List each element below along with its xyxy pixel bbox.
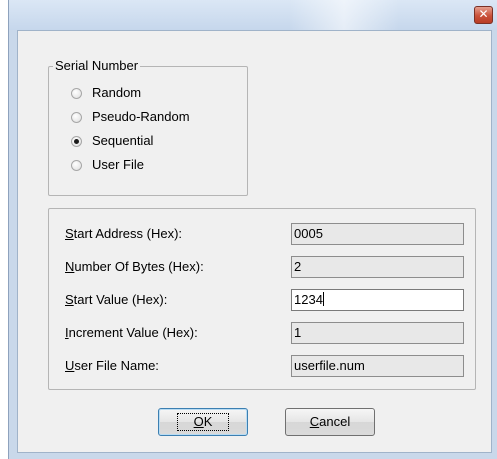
close-icon: ✕ xyxy=(478,7,489,21)
increment-value-value: 1 xyxy=(294,325,302,340)
user-file-name-field[interactable]: userfile.num xyxy=(291,355,464,377)
user-file-name-label: User File Name: xyxy=(65,357,159,375)
ok-button[interactable]: OK xyxy=(158,408,248,436)
start-address-label-text: tart Address (Hex): xyxy=(73,226,183,241)
increment-value-label-text: ncrement Value (Hex): xyxy=(68,325,198,340)
cancel-button[interactable]: Cancel xyxy=(285,408,375,436)
radio-label-user-file: User File xyxy=(92,157,145,172)
dialog-client-area: Serial Number Random Pseudo-Random Seque… xyxy=(17,30,492,453)
user-file-name-value: userfile.num xyxy=(294,358,365,373)
ok-button-focus: OK xyxy=(176,413,230,431)
ok-accesskey: O xyxy=(193,414,204,429)
radio-sequential[interactable]: Sequential xyxy=(71,132,153,150)
radio-label-pseudo-random: Pseudo-Random xyxy=(92,109,190,124)
radio-label-sequential: Sequential xyxy=(92,133,154,148)
radio-button-selected-icon[interactable] xyxy=(71,135,82,147)
user-file-name-label-text: ser File Name: xyxy=(74,358,159,373)
start-address-field[interactable]: 0005 xyxy=(291,223,464,245)
parameters-group: Start Address (Hex): 0005 Number Of Byte… xyxy=(48,208,476,390)
cancel-accesskey: C xyxy=(309,414,320,429)
radio-pseudo-random[interactable]: Pseudo-Random xyxy=(71,108,190,126)
number-of-bytes-label: Number Of Bytes (Hex): xyxy=(65,258,204,276)
radio-button-icon[interactable] xyxy=(71,111,82,123)
start-value-accesskey: S xyxy=(65,292,74,307)
start-address-value: 0005 xyxy=(294,226,323,241)
number-of-bytes-field[interactable]: 2 xyxy=(291,256,464,278)
user-file-name-accesskey: U xyxy=(65,358,75,373)
serial-number-legend: Serial Number xyxy=(53,58,141,74)
radio-button-icon[interactable] xyxy=(71,159,82,171)
increment-value-label: Increment Value (Hex): xyxy=(65,324,198,342)
cancel-label-text: ancel xyxy=(319,414,351,429)
close-button[interactable]: ✕ xyxy=(474,6,493,24)
text-caret xyxy=(322,292,324,306)
start-value-label-text: tart Value (Hex): xyxy=(73,292,168,307)
number-of-bytes-accesskey: N xyxy=(65,259,75,274)
cancel-label: Cancel xyxy=(310,414,350,429)
number-of-bytes-label-text: umber Of Bytes (Hex): xyxy=(74,259,204,274)
ok-label-text: K xyxy=(203,414,213,429)
radio-button-icon[interactable] xyxy=(71,87,82,99)
radio-user-file[interactable]: User File xyxy=(71,156,144,174)
start-value-field[interactable]: 1234 xyxy=(291,289,464,311)
start-value-label: Start Value (Hex): xyxy=(65,291,167,309)
number-of-bytes-value: 2 xyxy=(294,259,302,274)
dialog-window: ✕ Serial Number Random Pseudo-Random Seq… xyxy=(8,0,497,459)
radio-label-random: Random xyxy=(92,85,142,100)
start-address-accesskey: S xyxy=(65,226,74,241)
title-bar-highlight xyxy=(289,0,399,30)
start-value-value: 1234 xyxy=(294,292,323,307)
radio-random[interactable]: Random xyxy=(71,84,141,102)
start-address-label: Start Address (Hex): xyxy=(65,225,182,243)
title-bar[interactable]: ✕ xyxy=(9,0,497,30)
serial-number-group: Serial Number Random Pseudo-Random Seque… xyxy=(48,58,248,196)
increment-value-field[interactable]: 1 xyxy=(291,322,464,344)
